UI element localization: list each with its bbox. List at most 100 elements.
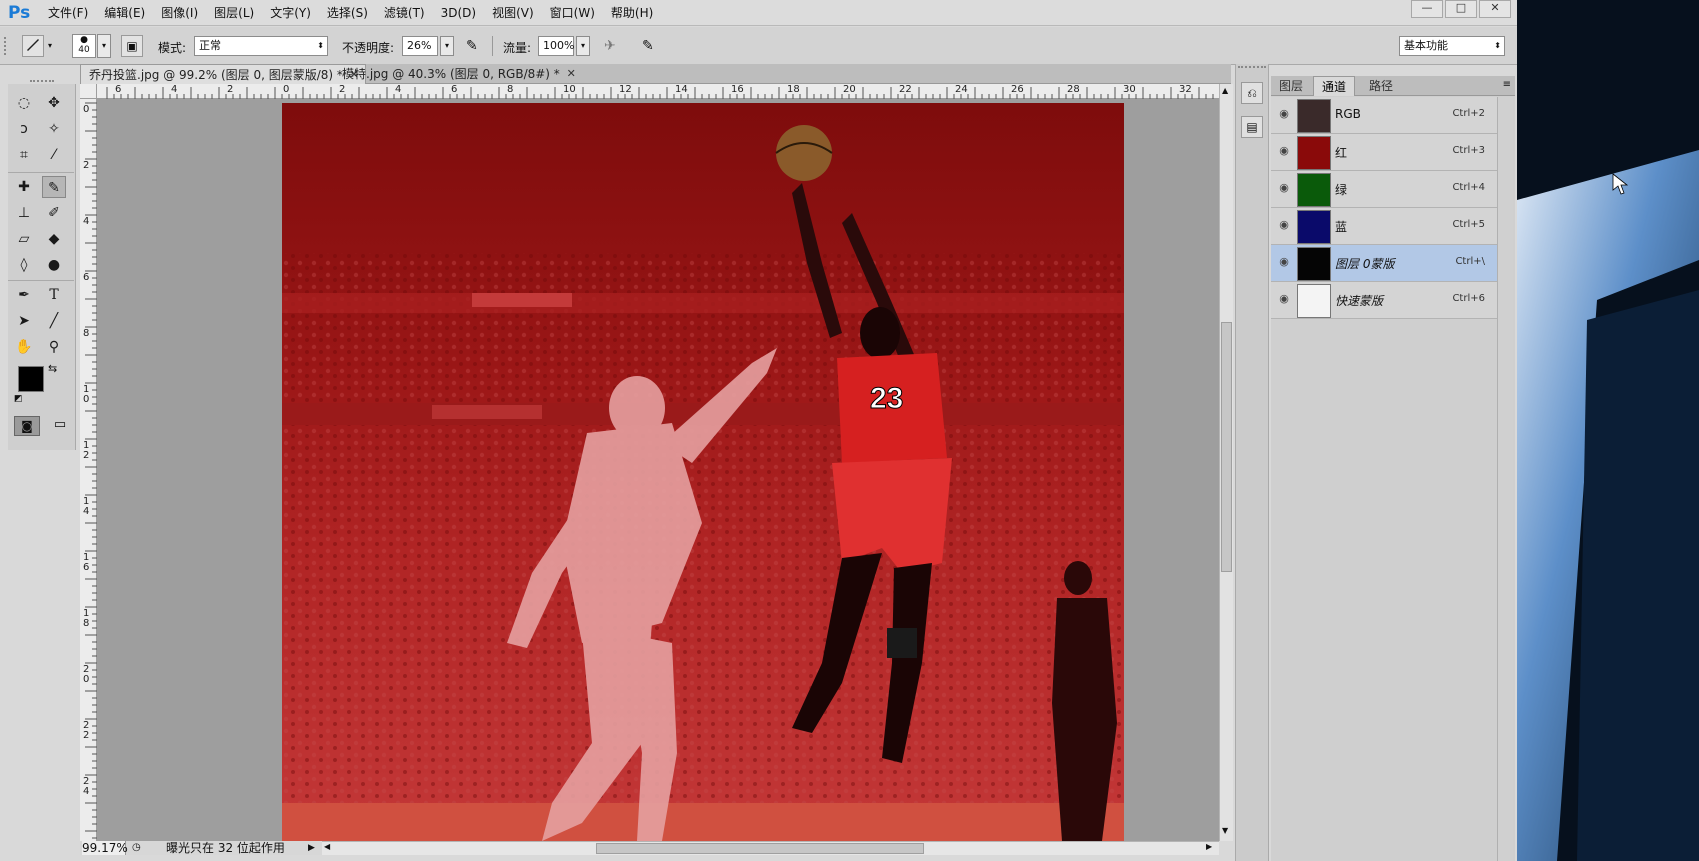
history-brush-tool-icon[interactable]: ✐ — [42, 202, 66, 224]
brush-tool-preset-icon[interactable] — [22, 35, 44, 57]
line-tool-icon[interactable]: ╱ — [42, 310, 66, 332]
menu-filter[interactable]: 滤镜(T) — [376, 0, 433, 26]
menu-layer[interactable]: 图层(L) — [206, 0, 262, 26]
visibility-eye-icon[interactable]: ◉ — [1276, 107, 1292, 121]
horizontal-scrollbar[interactable]: ◀ ▶ — [322, 841, 1219, 855]
document-image[interactable]: 23 — [282, 103, 1124, 841]
vertical-scrollbar[interactable]: ▲ ▼ — [1219, 84, 1233, 841]
channel-row-rgb[interactable]: ◉ RGB Ctrl+2 — [1271, 97, 1497, 134]
menu-type[interactable]: 文字(Y) — [262, 0, 319, 26]
menu-3d[interactable]: 3D(D) — [433, 0, 484, 26]
swap-colors-icon[interactable]: ⇆ — [48, 362, 57, 375]
options-grip[interactable] — [4, 37, 8, 55]
dodge-tool-icon[interactable]: ● — [42, 254, 66, 276]
brush-size-picker[interactable]: ● 40 — [72, 34, 96, 58]
type-tool-icon[interactable]: T — [42, 284, 66, 306]
eyedropper-tool-icon[interactable]: ⁄ — [42, 144, 66, 166]
visibility-eye-icon[interactable]: ◉ — [1276, 181, 1292, 195]
opacity-input[interactable]: 26% — [402, 36, 438, 56]
close-icon[interactable]: ✕ — [567, 64, 576, 84]
zoom-tool-icon[interactable]: ⚲ — [42, 336, 66, 358]
lasso-tool-icon[interactable]: ↄ — [12, 118, 36, 140]
maximize-button[interactable]: □ — [1445, 0, 1477, 18]
status-info-icon[interactable]: ◷ — [132, 841, 141, 855]
panel-strip-grip[interactable] — [1238, 66, 1266, 72]
channel-row-green[interactable]: ◉ 绿 Ctrl+4 — [1271, 171, 1497, 208]
crop-tool-icon[interactable]: ⌗ — [12, 144, 36, 166]
pen-pressure-size-icon[interactable]: ✎ — [642, 38, 654, 54]
menu-file[interactable]: 文件(F) — [40, 0, 96, 26]
vertical-ruler[interactable]: 0 2 4 6 8 10 12 14 16 18 20 22 24 — [80, 99, 97, 841]
channel-row-red[interactable]: ◉ 红 Ctrl+3 — [1271, 134, 1497, 171]
visibility-eye-icon[interactable]: ◉ — [1276, 292, 1292, 306]
menu-select[interactable]: 选择(S) — [319, 0, 376, 26]
brush-picker-dropdown[interactable]: ▾ — [97, 34, 111, 58]
screen-mode-icon[interactable]: ▭ — [48, 416, 72, 436]
tab-jordan-shot[interactable]: 乔丹投篮.jpg @ 99.2% (图层 0, 图层蒙版/8) * ✕ — [80, 64, 366, 84]
close-button[interactable]: ✕ — [1479, 0, 1511, 18]
vertical-scroll-thumb[interactable] — [1221, 322, 1232, 572]
brush-tool-icon[interactable]: ✎ — [42, 176, 66, 198]
airbrush-icon[interactable]: ✈ — [604, 38, 616, 54]
channel-row-layer-mask[interactable]: ◉ 图层 0蒙版 Ctrl+\ — [1271, 245, 1497, 282]
channel-thumbnail — [1297, 173, 1331, 207]
properties-panel-icon[interactable]: ▤ — [1241, 116, 1263, 138]
horizontal-ruler[interactable]: 6 4 2 0 2 4 6 8 10 12 14 16 18 20 22 24 … — [97, 84, 1219, 99]
menu-view[interactable]: 视图(V) — [484, 0, 542, 26]
move-tool-icon[interactable]: ✥ — [42, 92, 66, 114]
hand-tool-icon[interactable]: ✋ — [12, 336, 36, 358]
visibility-eye-icon[interactable]: ◉ — [1276, 218, 1292, 232]
toolbox-grip[interactable] — [30, 80, 54, 82]
canvas-area[interactable]: 23 — [97, 99, 1219, 841]
tool-preset-dropdown-icon[interactable]: ▾ — [48, 41, 52, 50]
horizontal-scroll-thumb[interactable] — [596, 843, 924, 854]
visibility-eye-icon[interactable]: ◉ — [1276, 144, 1292, 158]
history-panel-icon[interactable]: ⎌ — [1241, 82, 1263, 104]
path-selection-tool-icon[interactable]: ➤ — [12, 310, 36, 332]
marquee-tool-icon[interactable]: ◌ — [12, 92, 36, 114]
visibility-eye-icon[interactable]: ◉ — [1276, 255, 1292, 269]
panel-menu-icon[interactable]: ≡ — [1503, 79, 1511, 90]
scroll-down-icon[interactable]: ▼ — [1222, 826, 1228, 835]
channels-scrollbar[interactable] — [1497, 97, 1513, 861]
mode-select[interactable]: 正常 ⬍ — [194, 36, 328, 56]
minimize-button[interactable]: — — [1411, 0, 1443, 18]
pen-pressure-opacity-icon[interactable]: ✎ — [466, 38, 478, 54]
zoom-level[interactable]: 99.17% — [82, 841, 128, 855]
healing-brush-tool-icon[interactable]: ✚ — [12, 176, 36, 198]
tab-paths[interactable]: 路径 — [1361, 76, 1401, 96]
opacity-dropdown[interactable]: ▾ — [440, 36, 454, 56]
tab-layers[interactable]: 图层 — [1271, 76, 1311, 96]
quick-selection-tool-icon[interactable]: ✧ — [42, 118, 66, 140]
workspace-select[interactable]: 基本功能 ⬍ — [1399, 36, 1505, 56]
quick-mask-mode-icon[interactable]: ◙ — [14, 416, 40, 436]
menu-window[interactable]: 窗口(W) — [542, 0, 603, 26]
menu-edit[interactable]: 编辑(E) — [96, 0, 153, 26]
menu-image[interactable]: 图像(I) — [153, 0, 206, 26]
tab-channels[interactable]: 通道 — [1313, 76, 1356, 96]
clone-stamp-tool-icon[interactable]: ⊥ — [12, 202, 36, 224]
channel-row-quick-mask[interactable]: ◉ 快速蒙版 Ctrl+6 — [1271, 282, 1497, 319]
window-controls: — □ ✕ — [1411, 0, 1511, 18]
paint-bucket-tool-icon[interactable]: ◆ — [42, 228, 66, 250]
blur-tool-icon[interactable]: ◊ — [12, 254, 36, 276]
status-menu-arrow-icon[interactable]: ▶ — [308, 841, 315, 855]
channel-row-blue[interactable]: ◉ 蓝 Ctrl+5 — [1271, 208, 1497, 245]
menu-help[interactable]: 帮助(H) — [603, 0, 661, 26]
flow-input[interactable]: 100% — [538, 36, 574, 56]
pen-tool-icon[interactable]: ✒ — [12, 284, 36, 306]
tab-model[interactable]: 模特.jpg @ 40.3% (图层 0, RGB/8#) * ✕ — [334, 64, 582, 84]
menu-bar: Ps 文件(F) 编辑(E) 图像(I) 图层(L) 文字(Y) 选择(S) 滤… — [0, 0, 1517, 26]
flow-dropdown[interactable]: ▾ — [576, 36, 590, 56]
brush-panel-toggle-icon[interactable]: ▣ — [121, 35, 143, 57]
scroll-up-icon[interactable]: ▲ — [1222, 86, 1228, 95]
document-tabs: 乔丹投篮.jpg @ 99.2% (图层 0, 图层蒙版/8) * ✕ 模特.j… — [80, 64, 1231, 84]
scroll-right-icon[interactable]: ▶ — [1206, 842, 1212, 851]
default-colors-icon[interactable]: ◩ — [14, 394, 23, 404]
eraser-tool-icon[interactable]: ▱ — [12, 228, 36, 250]
ruler-origin[interactable] — [80, 84, 97, 99]
scroll-left-icon[interactable]: ◀ — [324, 842, 330, 851]
ruler-h-label: 14 — [675, 84, 688, 95]
ruler-h-label: 2 — [227, 84, 234, 95]
foreground-color-swatch[interactable] — [18, 366, 44, 392]
